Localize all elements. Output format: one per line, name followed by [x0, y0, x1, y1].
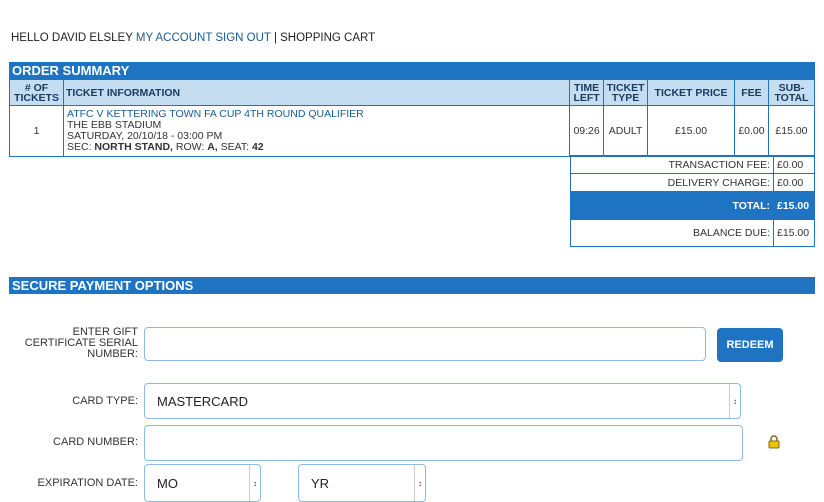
order-summary-title: ORDER SUMMARY [9, 62, 815, 79]
card-number-label: CARD NUMBER: [53, 436, 138, 448]
exp-month-select[interactable]: MO ↕ [144, 464, 261, 502]
shopping-cart-link[interactable]: SHOPPING CART [280, 32, 375, 44]
order-totals-table: TRANSACTION FEE: £0.00 DELIVERY CHARGE: … [570, 155, 815, 247]
table-row: 1 ATFC V KETTERING TOWN FA CUP 4TH ROUND… [9, 105, 816, 157]
sec-label: SEC: [66, 141, 92, 153]
order-summary-table: # OF TICKETS TICKET INFORMATION TIME LEF… [9, 79, 816, 157]
delivery-charge-value: £0.00 [773, 173, 815, 192]
ticket-info-cell: ATFC V KETTERING TOWN FA CUP 4TH ROUND Q… [62, 105, 571, 157]
seat-value: 42 [251, 141, 264, 153]
top-nav: HELLO DAVID ELSLEY MY ACCOUNT SIGN OUT |… [11, 32, 375, 44]
balance-due-row: BALANCE DUE: £15.00 [570, 219, 815, 247]
row-value: A, [207, 141, 218, 153]
redeem-button[interactable]: REDEEM [717, 328, 783, 362]
nav-separator: | [273, 32, 277, 44]
delivery-charge-label: DELIVERY CHARGE: [570, 173, 774, 192]
lock-icon [768, 435, 780, 449]
transaction-fee-row: TRANSACTION FEE: £0.00 [570, 155, 815, 174]
total-label: TOTAL: [570, 191, 774, 220]
greeting-text: HELLO DAVID ELSLEY [11, 32, 133, 44]
card-number-input[interactable] [144, 425, 743, 461]
secure-payment-title: SECURE PAYMENT OPTIONS [9, 277, 815, 294]
section-value: NORTH STAND, [94, 141, 173, 153]
header-ticket-type: TICKET TYPE [603, 79, 649, 106]
order-header-row: # OF TICKETS TICKET INFORMATION TIME LEF… [9, 79, 816, 106]
header-ticket-price: TICKET PRICE [647, 79, 735, 106]
delivery-charge-row: DELIVERY CHARGE: £0.00 [570, 173, 815, 192]
card-type-select[interactable]: MASTERCARD ↕ [144, 383, 741, 419]
card-type-value: MASTERCARD [157, 393, 249, 409]
expiration-date-label: EXPIRATION DATE: [37, 477, 138, 489]
transaction-fee-label: TRANSACTION FEE: [570, 155, 774, 174]
exp-month-value: MO [157, 475, 178, 491]
header-ticket-info: TICKET INFORMATION [62, 79, 571, 106]
exp-year-value: YR [311, 475, 330, 491]
row-label: ROW: [175, 141, 205, 153]
sign-out-link[interactable]: SIGN OUT [215, 32, 270, 44]
gift-certificate-label: ENTER GIFT CERTIFICATE SERIAL NUMBER: [24, 326, 138, 360]
card-type-label: CARD TYPE: [72, 395, 138, 407]
subtotal-cell: £15.00 [767, 105, 816, 157]
num-tickets-cell: 1 [9, 105, 64, 157]
header-fee: FEE [733, 79, 769, 106]
fee-cell: £0.00 [733, 105, 769, 157]
header-time-left: TIME LEFT [569, 79, 605, 106]
seat-label: SEAT: [220, 141, 250, 153]
gift-certificate-input[interactable] [144, 327, 706, 361]
header-num-tickets: # OF TICKETS [9, 79, 64, 106]
total-row: TOTAL: £15.00 [570, 191, 815, 220]
exp-year-select[interactable]: YR ↕ [298, 464, 426, 502]
transaction-fee-value: £0.00 [773, 155, 815, 174]
ticket-price-cell: £15.00 [647, 105, 735, 157]
balance-due-label: BALANCE DUE: [570, 219, 774, 247]
ticket-type-cell: ADULT [603, 105, 649, 157]
my-account-link[interactable]: MY ACCOUNT [136, 32, 212, 44]
balance-due-value: £15.00 [773, 219, 815, 247]
time-left-cell: 09:26 [569, 105, 605, 157]
seat-details: SEC: NORTH STAND, ROW: A, SEAT: 42 [67, 142, 566, 153]
select-arrows-icon: ↕ [414, 465, 425, 501]
header-subtotal: SUB-TOTAL [767, 79, 816, 106]
total-value: £15.00 [773, 191, 815, 220]
select-arrows-icon: ↕ [729, 384, 740, 418]
select-arrows-icon: ↕ [249, 465, 260, 501]
